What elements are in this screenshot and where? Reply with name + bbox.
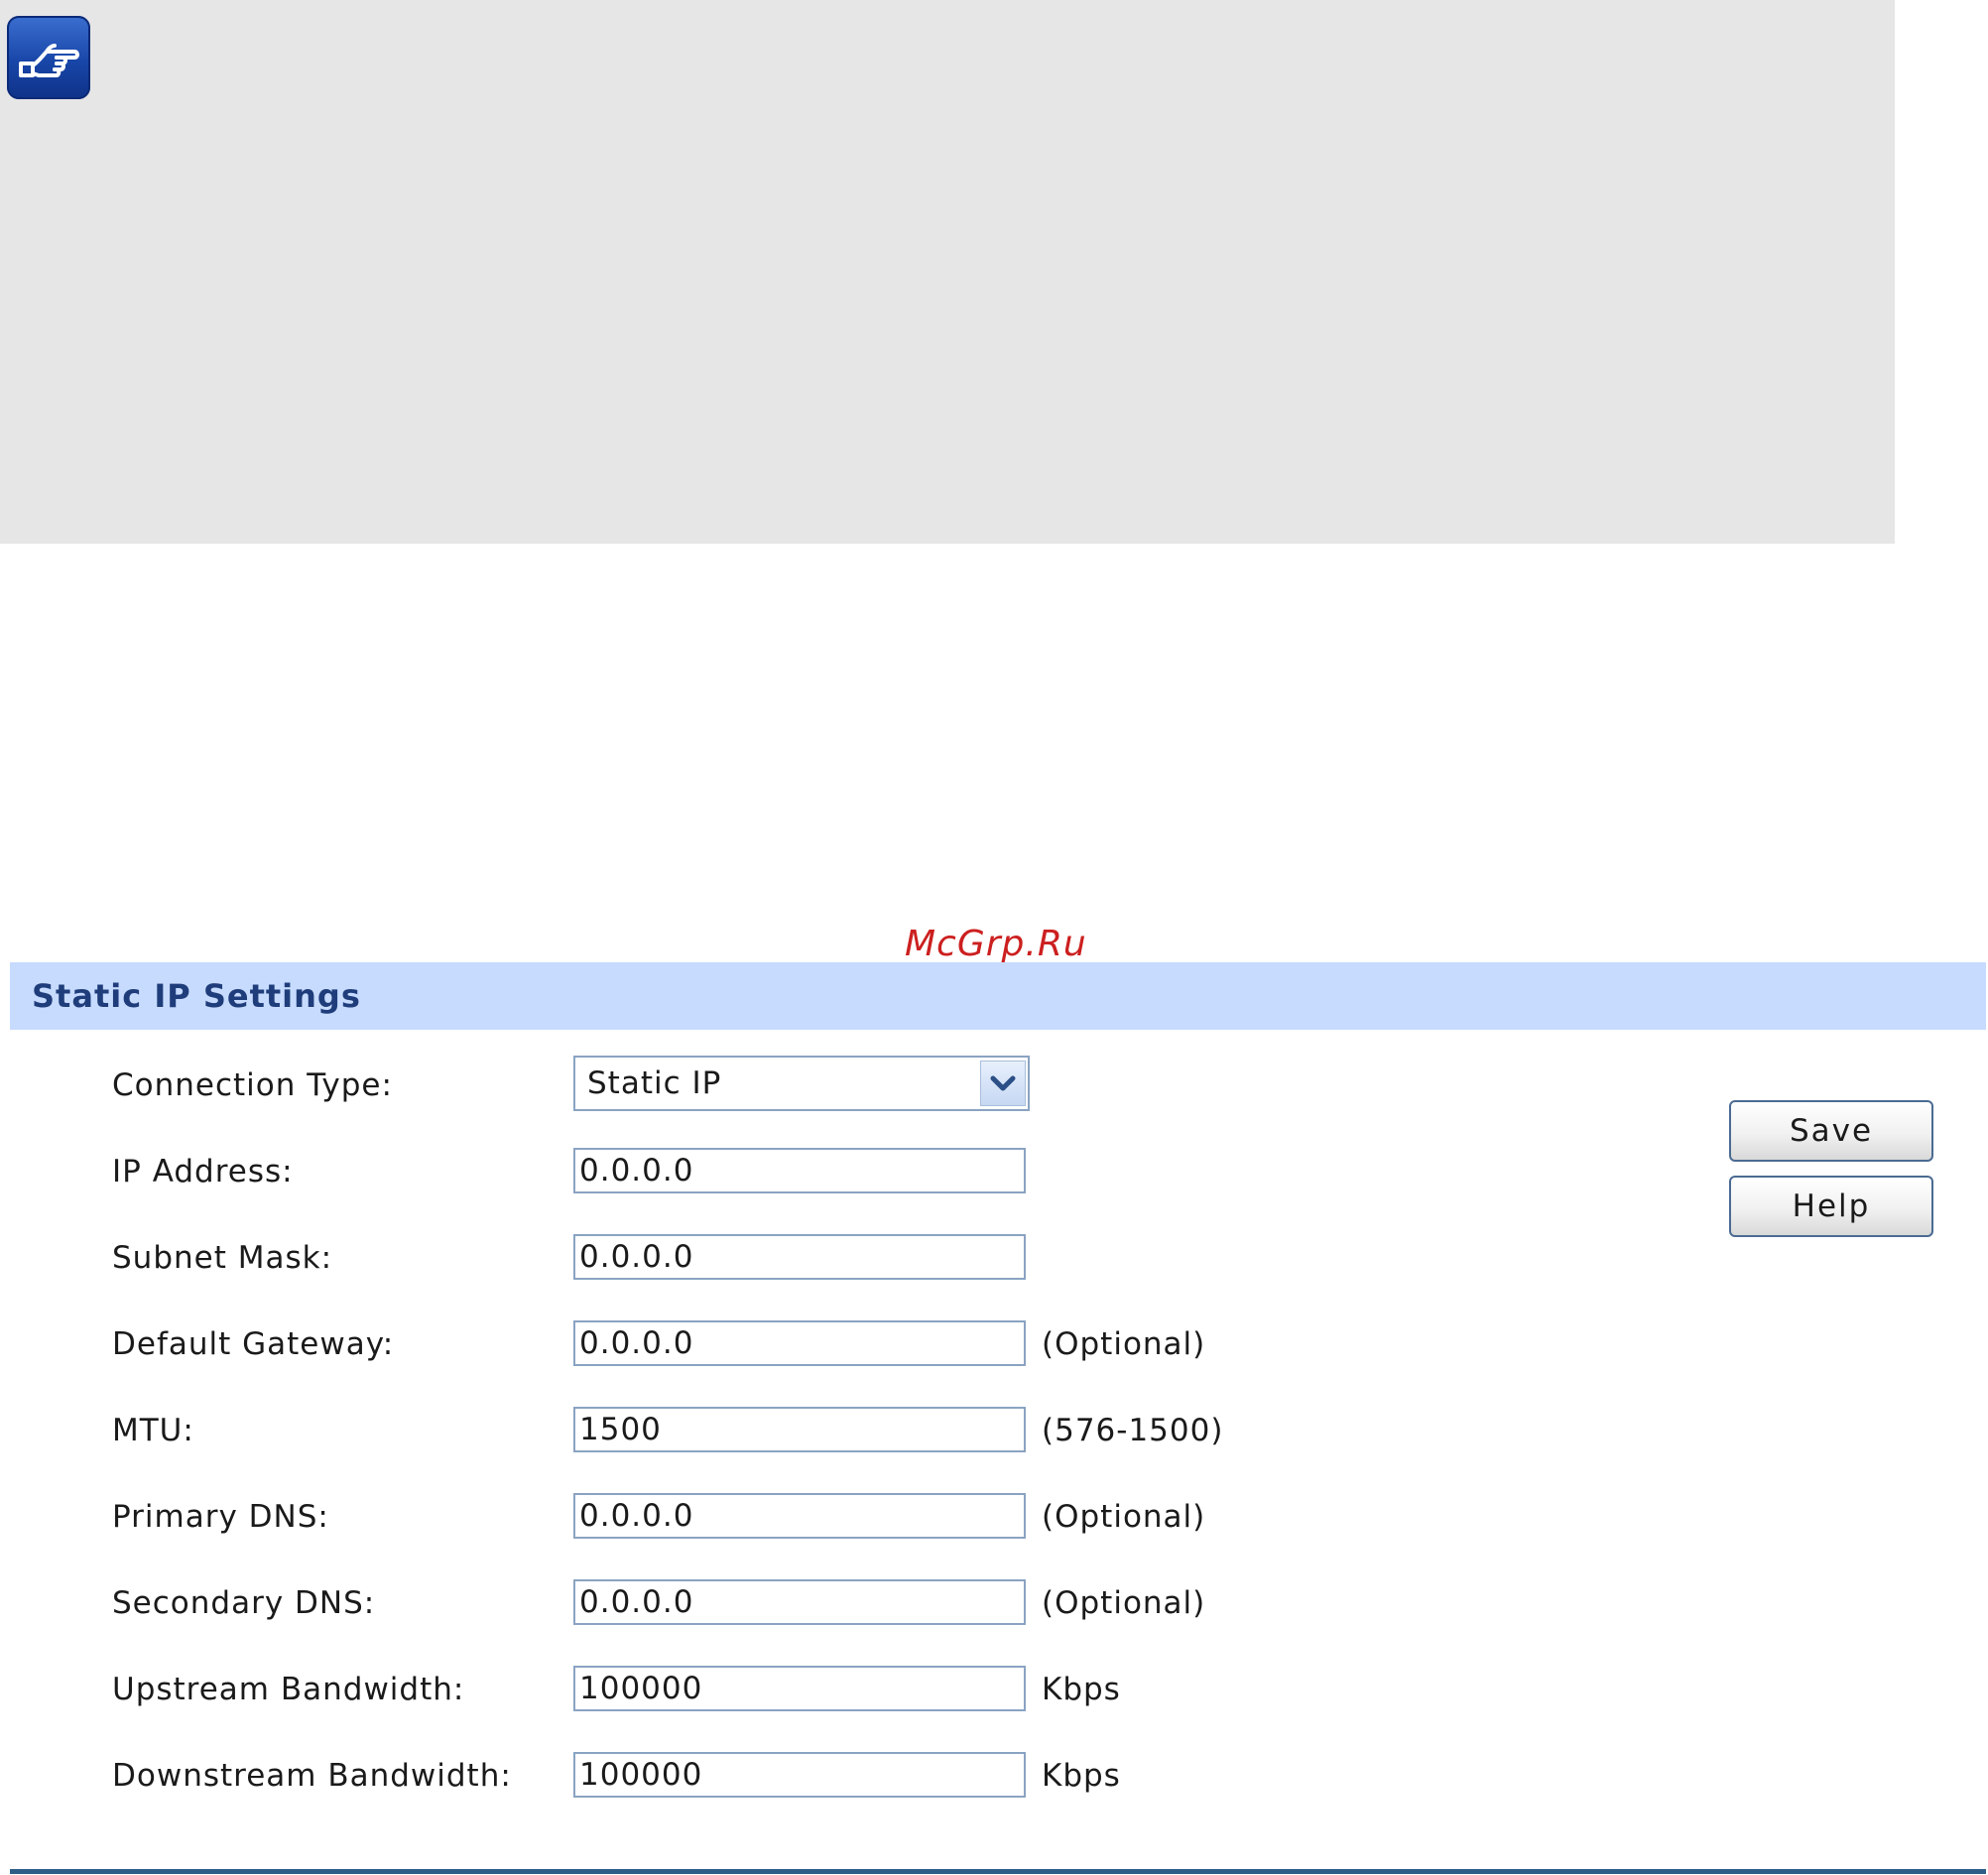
watermark: McGrp.Ru [905,924,1087,964]
secondary-dns-input[interactable] [573,1579,1026,1625]
bottom-divider [10,1869,1986,1874]
save-button[interactable]: Save [1729,1100,1933,1162]
upstream-bandwidth-unit: Kbps [1042,1672,1121,1707]
connection-type-select[interactable]: Static IP [573,1056,1030,1111]
ip-address-input[interactable] [573,1148,1026,1193]
default-gateway-input[interactable] [573,1320,1026,1366]
mtu-hint: (576-1500) [1042,1413,1224,1448]
subnet-mask-input[interactable] [573,1234,1026,1280]
ip-address-label: IP Address: [112,1154,294,1189]
primary-dns-input[interactable] [573,1493,1026,1539]
default-gateway-hint: (Optional) [1042,1326,1206,1362]
connection-type-value: Static IP [587,1065,722,1101]
note-box [0,0,1895,544]
chevron-down-icon[interactable] [980,1061,1026,1106]
default-gateway-label: Default Gateway: [112,1326,395,1362]
pointing-hand-icon [7,16,90,99]
secondary-dns-hint: (Optional) [1042,1585,1206,1621]
downstream-bandwidth-label: Downstream Bandwidth: [112,1758,512,1794]
secondary-dns-label: Secondary DNS: [112,1585,376,1621]
mtu-label: MTU: [112,1413,194,1448]
help-button[interactable]: Help [1729,1176,1933,1237]
primary-dns-label: Primary DNS: [112,1499,329,1535]
panel-header: Static IP Settings [10,962,1986,1030]
upstream-bandwidth-input[interactable] [573,1666,1026,1711]
downstream-bandwidth-input[interactable] [573,1752,1026,1798]
subnet-mask-label: Subnet Mask: [112,1240,333,1276]
mtu-input[interactable] [573,1407,1026,1452]
primary-dns-hint: (Optional) [1042,1499,1206,1535]
connection-type-label: Connection Type: [112,1067,393,1103]
downstream-bandwidth-unit: Kbps [1042,1758,1121,1794]
upstream-bandwidth-label: Upstream Bandwidth: [112,1672,465,1707]
panel-title: Static IP Settings [32,977,361,1015]
